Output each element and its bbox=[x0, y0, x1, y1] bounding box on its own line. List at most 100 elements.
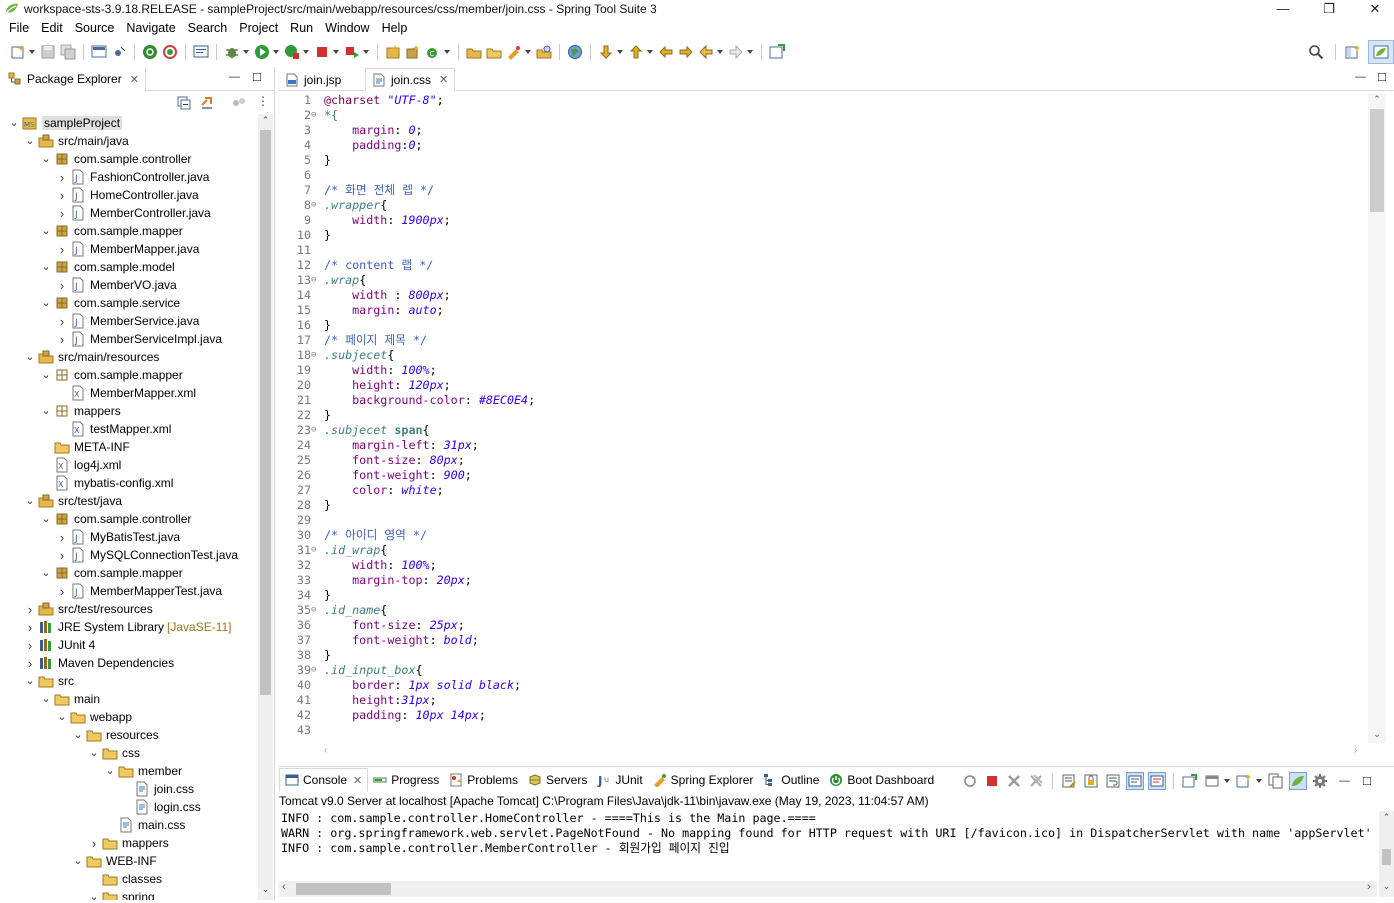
tab-outline[interactable]: Outline bbox=[758, 768, 824, 792]
search-tool-dropdown-arrow[interactable] bbox=[525, 50, 531, 54]
chevron-right-icon[interactable]: › bbox=[56, 170, 68, 185]
chevron-down-icon[interactable]: ⌄ bbox=[24, 136, 36, 147]
new-dropdown-arrow[interactable] bbox=[29, 50, 35, 54]
forward-dropdown-arrow[interactable] bbox=[747, 50, 753, 54]
skip-breakpoints-icon[interactable] bbox=[111, 44, 127, 60]
menu-run[interactable]: Run bbox=[290, 21, 313, 35]
chevron-right-icon[interactable]: › bbox=[56, 584, 68, 599]
close-tab-icon[interactable]: ✕ bbox=[439, 73, 448, 86]
tree-item[interactable]: ⌄ src bbox=[2, 672, 257, 690]
fold-toggle-icon[interactable]: ⊖ bbox=[311, 423, 321, 438]
fold-toggle-icon[interactable]: ⊖ bbox=[311, 603, 321, 618]
open-console-dropdown-icon[interactable] bbox=[1236, 773, 1252, 789]
close-tab-icon[interactable]: ✕ bbox=[130, 73, 139, 86]
menu-help[interactable]: Help bbox=[382, 21, 408, 35]
show-on-stdout-icon[interactable] bbox=[1126, 772, 1144, 790]
code-editor[interactable]: 1 @charset "UTF-8"; 2 ⊖ *{3 margin: 0; 4 padd… bbox=[279, 93, 1369, 741]
tab-join-jsp[interactable]: join.jsp bbox=[279, 68, 347, 91]
chevron-down-icon[interactable]: ⌄ bbox=[40, 226, 52, 237]
clear-console-icon[interactable] bbox=[1061, 773, 1077, 789]
chevron-right-icon[interactable]: › bbox=[24, 656, 36, 671]
tree-item[interactable]: main.css bbox=[2, 816, 257, 834]
new-java-project-icon[interactable] bbox=[385, 44, 401, 60]
scroll-thumb[interactable] bbox=[296, 883, 391, 895]
terminate-icon[interactable] bbox=[984, 773, 1000, 789]
tree-item[interactable]: login.css bbox=[2, 798, 257, 816]
tree-item[interactable]: ⌄ resources bbox=[2, 726, 257, 744]
new-package-icon[interactable] bbox=[405, 44, 421, 60]
menu-project[interactable]: Project bbox=[239, 21, 278, 35]
search-icon[interactable] bbox=[1308, 44, 1324, 60]
tree-item[interactable]: ⌄ src/test/java bbox=[2, 492, 257, 510]
chevron-down-icon[interactable]: ⌄ bbox=[40, 694, 52, 705]
chevron-down-icon[interactable]: ⌄ bbox=[40, 262, 52, 273]
chevron-down-icon[interactable]: ⌄ bbox=[40, 298, 52, 309]
scroll-down-icon[interactable]: ⌄ bbox=[258, 884, 273, 895]
tab-join-css[interactable]: join.css ✕ bbox=[365, 68, 456, 91]
tree-item[interactable]: ⌄ com.sample.model bbox=[2, 258, 257, 276]
tab-servers[interactable]: Servers bbox=[523, 768, 592, 792]
tree-item[interactable]: › mappers bbox=[2, 834, 257, 852]
chevron-right-icon[interactable]: › bbox=[56, 188, 68, 203]
scroll-up-icon[interactable]: ⌃ bbox=[258, 115, 273, 126]
run-dropdown-arrow[interactable] bbox=[273, 50, 279, 54]
tree-item[interactable]: › J MemberService.java bbox=[2, 312, 257, 330]
spring-boot-icon[interactable] bbox=[142, 44, 158, 60]
minimize-view-icon[interactable]: — bbox=[229, 71, 240, 83]
tree-item[interactable]: ⌄ com.sample.mapper bbox=[2, 366, 257, 384]
menu-window[interactable]: Window bbox=[325, 21, 369, 35]
scroll-left-icon[interactable]: ‹ bbox=[324, 745, 327, 756]
tree-item[interactable]: › JUnit 4 bbox=[2, 636, 257, 654]
tree-item[interactable]: ⌄ com.sample.mapper bbox=[2, 564, 257, 582]
forward-icon[interactable] bbox=[728, 44, 744, 60]
chevron-down-icon[interactable]: ⌄ bbox=[72, 730, 84, 741]
tree-item[interactable]: › J MemberController.java bbox=[2, 204, 257, 222]
last-edit-location-icon[interactable] bbox=[658, 44, 674, 60]
chevron-right-icon[interactable]: › bbox=[24, 602, 36, 617]
fold-toggle-icon[interactable]: ⊖ bbox=[311, 663, 321, 678]
chevron-down-icon[interactable]: ⌄ bbox=[56, 712, 68, 723]
tree-item[interactable]: › J MyBatisTest.java bbox=[2, 528, 257, 546]
word-wrap-icon[interactable] bbox=[1105, 773, 1121, 789]
tab-problems[interactable]: Problems bbox=[444, 768, 523, 792]
scroll-down-icon[interactable]: ⌄ bbox=[1379, 881, 1394, 892]
display-selected-console-icon[interactable] bbox=[1204, 773, 1220, 789]
console-vertical-scrollbar[interactable]: ⌃ ⌄ bbox=[1379, 811, 1394, 897]
console-output[interactable]: INFO : com.sample.controller.HomeControl… bbox=[279, 811, 1379, 856]
tree-item[interactable]: ⌄ src/main/java bbox=[2, 132, 257, 150]
open-task-icon[interactable] bbox=[486, 44, 502, 60]
refresh-boot-icon[interactable] bbox=[162, 44, 178, 60]
menu-search[interactable]: Search bbox=[188, 21, 228, 35]
previous-annotation-icon[interactable] bbox=[628, 44, 644, 60]
terminal-icon[interactable] bbox=[91, 44, 107, 60]
run-icon[interactable] bbox=[254, 44, 270, 60]
tree-item[interactable]: › Maven Dependencies bbox=[2, 654, 257, 672]
menu-file[interactable]: File bbox=[9, 21, 29, 35]
tree-item[interactable]: › J MemberVO.java bbox=[2, 276, 257, 294]
tab-boot-dashboard[interactable]: Boot Dashboard bbox=[824, 768, 939, 792]
tree-item[interactable]: ⌄ webapp bbox=[2, 708, 257, 726]
copy-icon[interactable] bbox=[1268, 773, 1284, 789]
focus-active-task-icon[interactable] bbox=[232, 96, 246, 110]
minimize-editor-icon[interactable]: — bbox=[1355, 71, 1366, 83]
debug-icon[interactable] bbox=[224, 44, 240, 60]
chevron-down-icon[interactable]: ⌄ bbox=[8, 118, 20, 129]
scroll-up-icon[interactable]: ⌃ bbox=[1379, 812, 1394, 823]
chevron-right-icon[interactable]: › bbox=[56, 314, 68, 329]
perspective-switcher[interactable] bbox=[1368, 40, 1394, 64]
tab-console[interactable]: Console ✕ bbox=[279, 768, 369, 792]
new-class-dropdown-arrow[interactable] bbox=[444, 50, 450, 54]
save-all-icon[interactable] bbox=[60, 44, 76, 60]
chevron-down-icon[interactable]: ⌄ bbox=[24, 496, 36, 507]
back-dropdown-arrow[interactable] bbox=[717, 50, 723, 54]
chevron-right-icon[interactable]: › bbox=[56, 242, 68, 257]
chevron-down-icon[interactable]: ⌄ bbox=[72, 856, 84, 867]
fold-toggle-icon[interactable]: ⊖ bbox=[311, 198, 321, 213]
chevron-down-icon[interactable]: ⌄ bbox=[40, 568, 52, 579]
chevron-right-icon[interactable]: › bbox=[56, 332, 68, 347]
open-type-icon[interactable] bbox=[466, 44, 482, 60]
tree-item[interactable]: ⌄ com.sample.controller bbox=[2, 510, 257, 528]
chevron-down-icon[interactable]: ⌄ bbox=[24, 676, 36, 687]
web-browser-icon[interactable] bbox=[567, 44, 583, 60]
tree-item[interactable]: ⌄ member bbox=[2, 762, 257, 780]
